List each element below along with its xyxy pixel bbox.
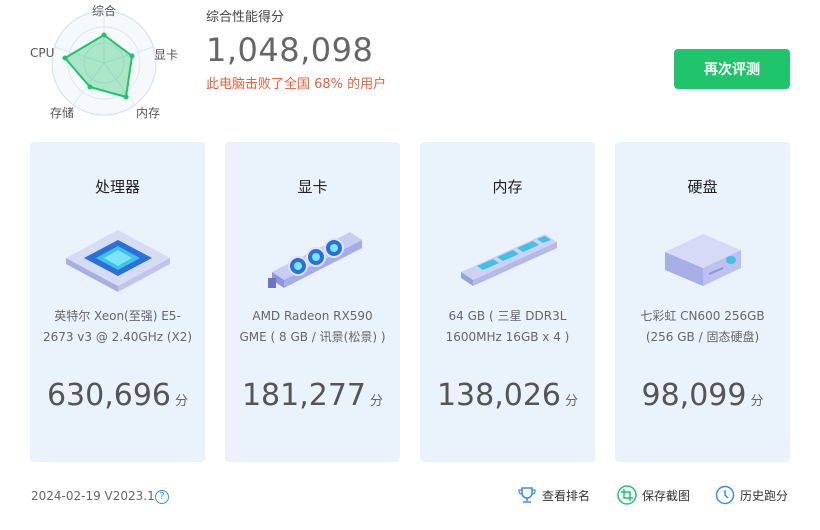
card-spec: AMD Radeon RX590 GME ( 8 GB / 讯景(松景) ) bbox=[239, 309, 386, 344]
view-ranking-button[interactable]: 查看排名 bbox=[517, 485, 590, 505]
history-scores-button[interactable]: 历史跑分 bbox=[715, 485, 788, 505]
card-disk: 硬盘 七彩虹 CN600 256GB (256 GB / 固态硬盘) 98,09… bbox=[615, 142, 790, 462]
card-score-unit: 分 bbox=[370, 394, 384, 409]
history-scores-label: 历史跑分 bbox=[740, 488, 789, 503]
card-title: 硬盘 bbox=[687, 178, 718, 196]
summary-title: 综合性能得分 bbox=[206, 10, 285, 25]
radar-label-overall: 综合 bbox=[92, 4, 117, 18]
card-gpu: 显卡 AMD Radeon RX590 GME ( 8 GB / 讯景(松景) … bbox=[225, 142, 400, 462]
card-score-unit: 分 bbox=[565, 394, 579, 409]
card-title: 显卡 bbox=[297, 178, 328, 196]
card-spec: 英特尔 Xeon(至强) E5-2673 v3 @ 2.40GHz (X2) bbox=[42, 309, 193, 344]
card-cpu: 处理器 英特尔 Xeon(至强) E5-2673 v3 @ 2.40GHz (X… bbox=[30, 142, 205, 462]
question-icon[interactable]: ? bbox=[155, 490, 169, 504]
retest-button[interactable]: 再次评测 bbox=[674, 49, 790, 89]
radar-label-gpu: 显卡 bbox=[154, 48, 179, 62]
gpu-icon bbox=[225, 212, 400, 312]
crop-icon bbox=[617, 485, 637, 505]
clock-icon bbox=[715, 485, 735, 505]
disk-icon bbox=[615, 212, 790, 312]
save-screenshot-label: 保存截图 bbox=[642, 488, 691, 503]
card-score-unit: 分 bbox=[750, 394, 764, 409]
ram-icon bbox=[420, 212, 595, 312]
trophy-icon bbox=[518, 487, 536, 503]
card-spec: 七彩虹 CN600 256GB (256 GB / 固态硬盘) bbox=[640, 309, 765, 344]
card-score-unit: 分 bbox=[175, 394, 189, 409]
version-text: 2024-02-19 V2023.1 bbox=[31, 489, 155, 503]
total-score: 1,048,098 bbox=[206, 31, 374, 69]
cpu-icon bbox=[30, 212, 205, 312]
beat-percentage-text: 此电脑击败了全国 68% 的用户 bbox=[206, 77, 387, 92]
card-spec: 64 GB ( 三星 DDR3L 1600MHz 16GB x 4 ) bbox=[445, 309, 570, 344]
card-score: 630,696 bbox=[46, 378, 172, 413]
radar-label-storage: 存储 bbox=[50, 106, 75, 120]
radar-label-memory: 内存 bbox=[136, 106, 161, 120]
performance-radar: 综合 显卡 内存 存储 CPU bbox=[28, 0, 188, 124]
view-ranking-label: 查看排名 bbox=[542, 488, 591, 503]
card-score: 181,277 bbox=[241, 378, 367, 413]
card-score: 138,026 bbox=[436, 378, 562, 413]
card-title: 处理器 bbox=[94, 178, 140, 196]
card-score: 98,099 bbox=[641, 378, 747, 413]
card-title: 内存 bbox=[492, 178, 523, 196]
score-summary: 综合性能得分 1,048,098 此电脑击败了全国 68% 的用户 bbox=[206, 6, 386, 92]
radar-label-cpu: CPU bbox=[30, 46, 55, 60]
save-screenshot-button[interactable]: 保存截图 bbox=[617, 485, 690, 505]
card-memory: 内存 64 GB ( 三星 DDR3L 1600MHz 16GB x 4 ) 1… bbox=[420, 142, 595, 462]
